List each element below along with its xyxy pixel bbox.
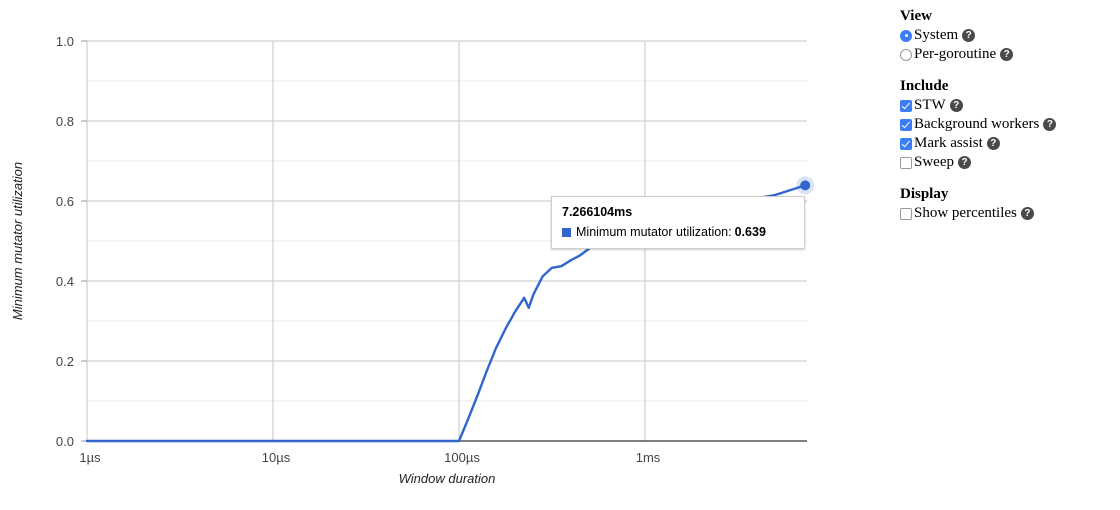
y-axis-ticks [81, 40, 87, 442]
help-icon-show-percentiles[interactable]: ? [1020, 207, 1034, 220]
highlight-marker-dot[interactable] [800, 180, 811, 191]
mmu-chart-svg[interactable]: 1.0 0.8 0.6 0.4 0.2 0.0 1µs 10µs 100µs 1… [0, 0, 880, 510]
checkbox-row-mark-assist[interactable]: Mark assist ? [900, 134, 1110, 153]
radio-per-goroutine-label: Per-goroutine [914, 46, 997, 62]
checkbox-background-workers-label: Background workers [914, 116, 1040, 132]
help-icon-per-goroutine[interactable]: ? [1000, 48, 1014, 61]
help-icon-mark-assist[interactable]: ? [986, 137, 1000, 150]
x-axis-title: Window duration [399, 471, 496, 486]
checkbox-row-show-percentiles[interactable]: Show percentiles ? [900, 204, 1110, 223]
x-tick-label-0: 1µs [79, 450, 101, 465]
chart-controls-panel: View System ? Per-goroutine ? Include ST… [900, 8, 1110, 223]
checkbox-row-stw[interactable]: STW ? [900, 96, 1110, 115]
radio-system[interactable] [900, 29, 912, 42]
help-icon-background-workers[interactable]: ? [1043, 118, 1057, 131]
radio-per-goroutine[interactable] [900, 48, 912, 61]
checkbox-row-sweep[interactable]: Sweep ? [900, 153, 1110, 172]
include-group-heading: Include [900, 78, 949, 94]
checkbox-row-background-workers[interactable]: Background workers ? [900, 115, 1110, 134]
x-tick-label-1: 10µs [262, 450, 291, 465]
y-tick-label-3: 0.6 [56, 194, 74, 209]
checkbox-stw-label: STW [914, 97, 946, 113]
y-axis-title: Minimum mutator utilization [10, 162, 25, 320]
tooltip-title: 7.266104ms [562, 205, 633, 219]
y-tick-label-2: 0.4 [56, 274, 74, 289]
x-tick-label-3: 1ms [636, 450, 661, 465]
checkbox-background-workers[interactable] [900, 118, 912, 131]
checkbox-sweep[interactable] [900, 156, 912, 169]
radio-row-per-goroutine[interactable]: Per-goroutine ? [900, 45, 1110, 64]
y-tick-label-4: 0.8 [56, 114, 74, 129]
y-tick-label-5: 1.0 [56, 34, 74, 49]
tooltip-color-swatch [562, 227, 571, 237]
radio-row-system[interactable]: System ? [900, 26, 1110, 45]
y-tick-label-1: 0.2 [56, 354, 74, 369]
help-icon-sweep[interactable]: ? [958, 156, 971, 169]
y-tick-label-0: 0.0 [56, 434, 74, 449]
display-group: Display Show percentiles ? [900, 186, 1110, 223]
checkbox-stw[interactable] [900, 99, 912, 112]
display-group-heading: Display [900, 186, 949, 202]
checkbox-show-percentiles-label: Show percentiles [914, 205, 1017, 221]
tooltip-series-label: Minimum mutator utilization: [576, 225, 732, 239]
checkbox-mark-assist[interactable] [900, 137, 912, 150]
checkbox-sweep-label: Sweep [914, 154, 954, 170]
view-group: View System ? Per-goroutine ? [900, 8, 1110, 64]
help-icon-stw[interactable]: ? [949, 99, 963, 112]
tooltip-series-row: Minimum mutator utilization: 0.639 [562, 225, 794, 239]
chart-tooltip: 7.266104ms Minimum mutator utilization: … [551, 196, 805, 249]
tooltip-value: 0.639 [734, 225, 766, 239]
x-tick-label-2: 100µs [444, 450, 480, 465]
radio-system-label: System [914, 27, 959, 43]
checkbox-mark-assist-label: Mark assist [914, 135, 983, 151]
include-group: Include STW ? Background workers ? Mark … [900, 78, 1110, 172]
help-icon-system[interactable]: ? [962, 29, 976, 42]
view-group-heading: View [900, 8, 932, 24]
mmu-chart-panel[interactable]: 1.0 0.8 0.6 0.4 0.2 0.0 1µs 10µs 100µs 1… [0, 0, 880, 510]
checkbox-show-percentiles[interactable] [900, 207, 912, 220]
